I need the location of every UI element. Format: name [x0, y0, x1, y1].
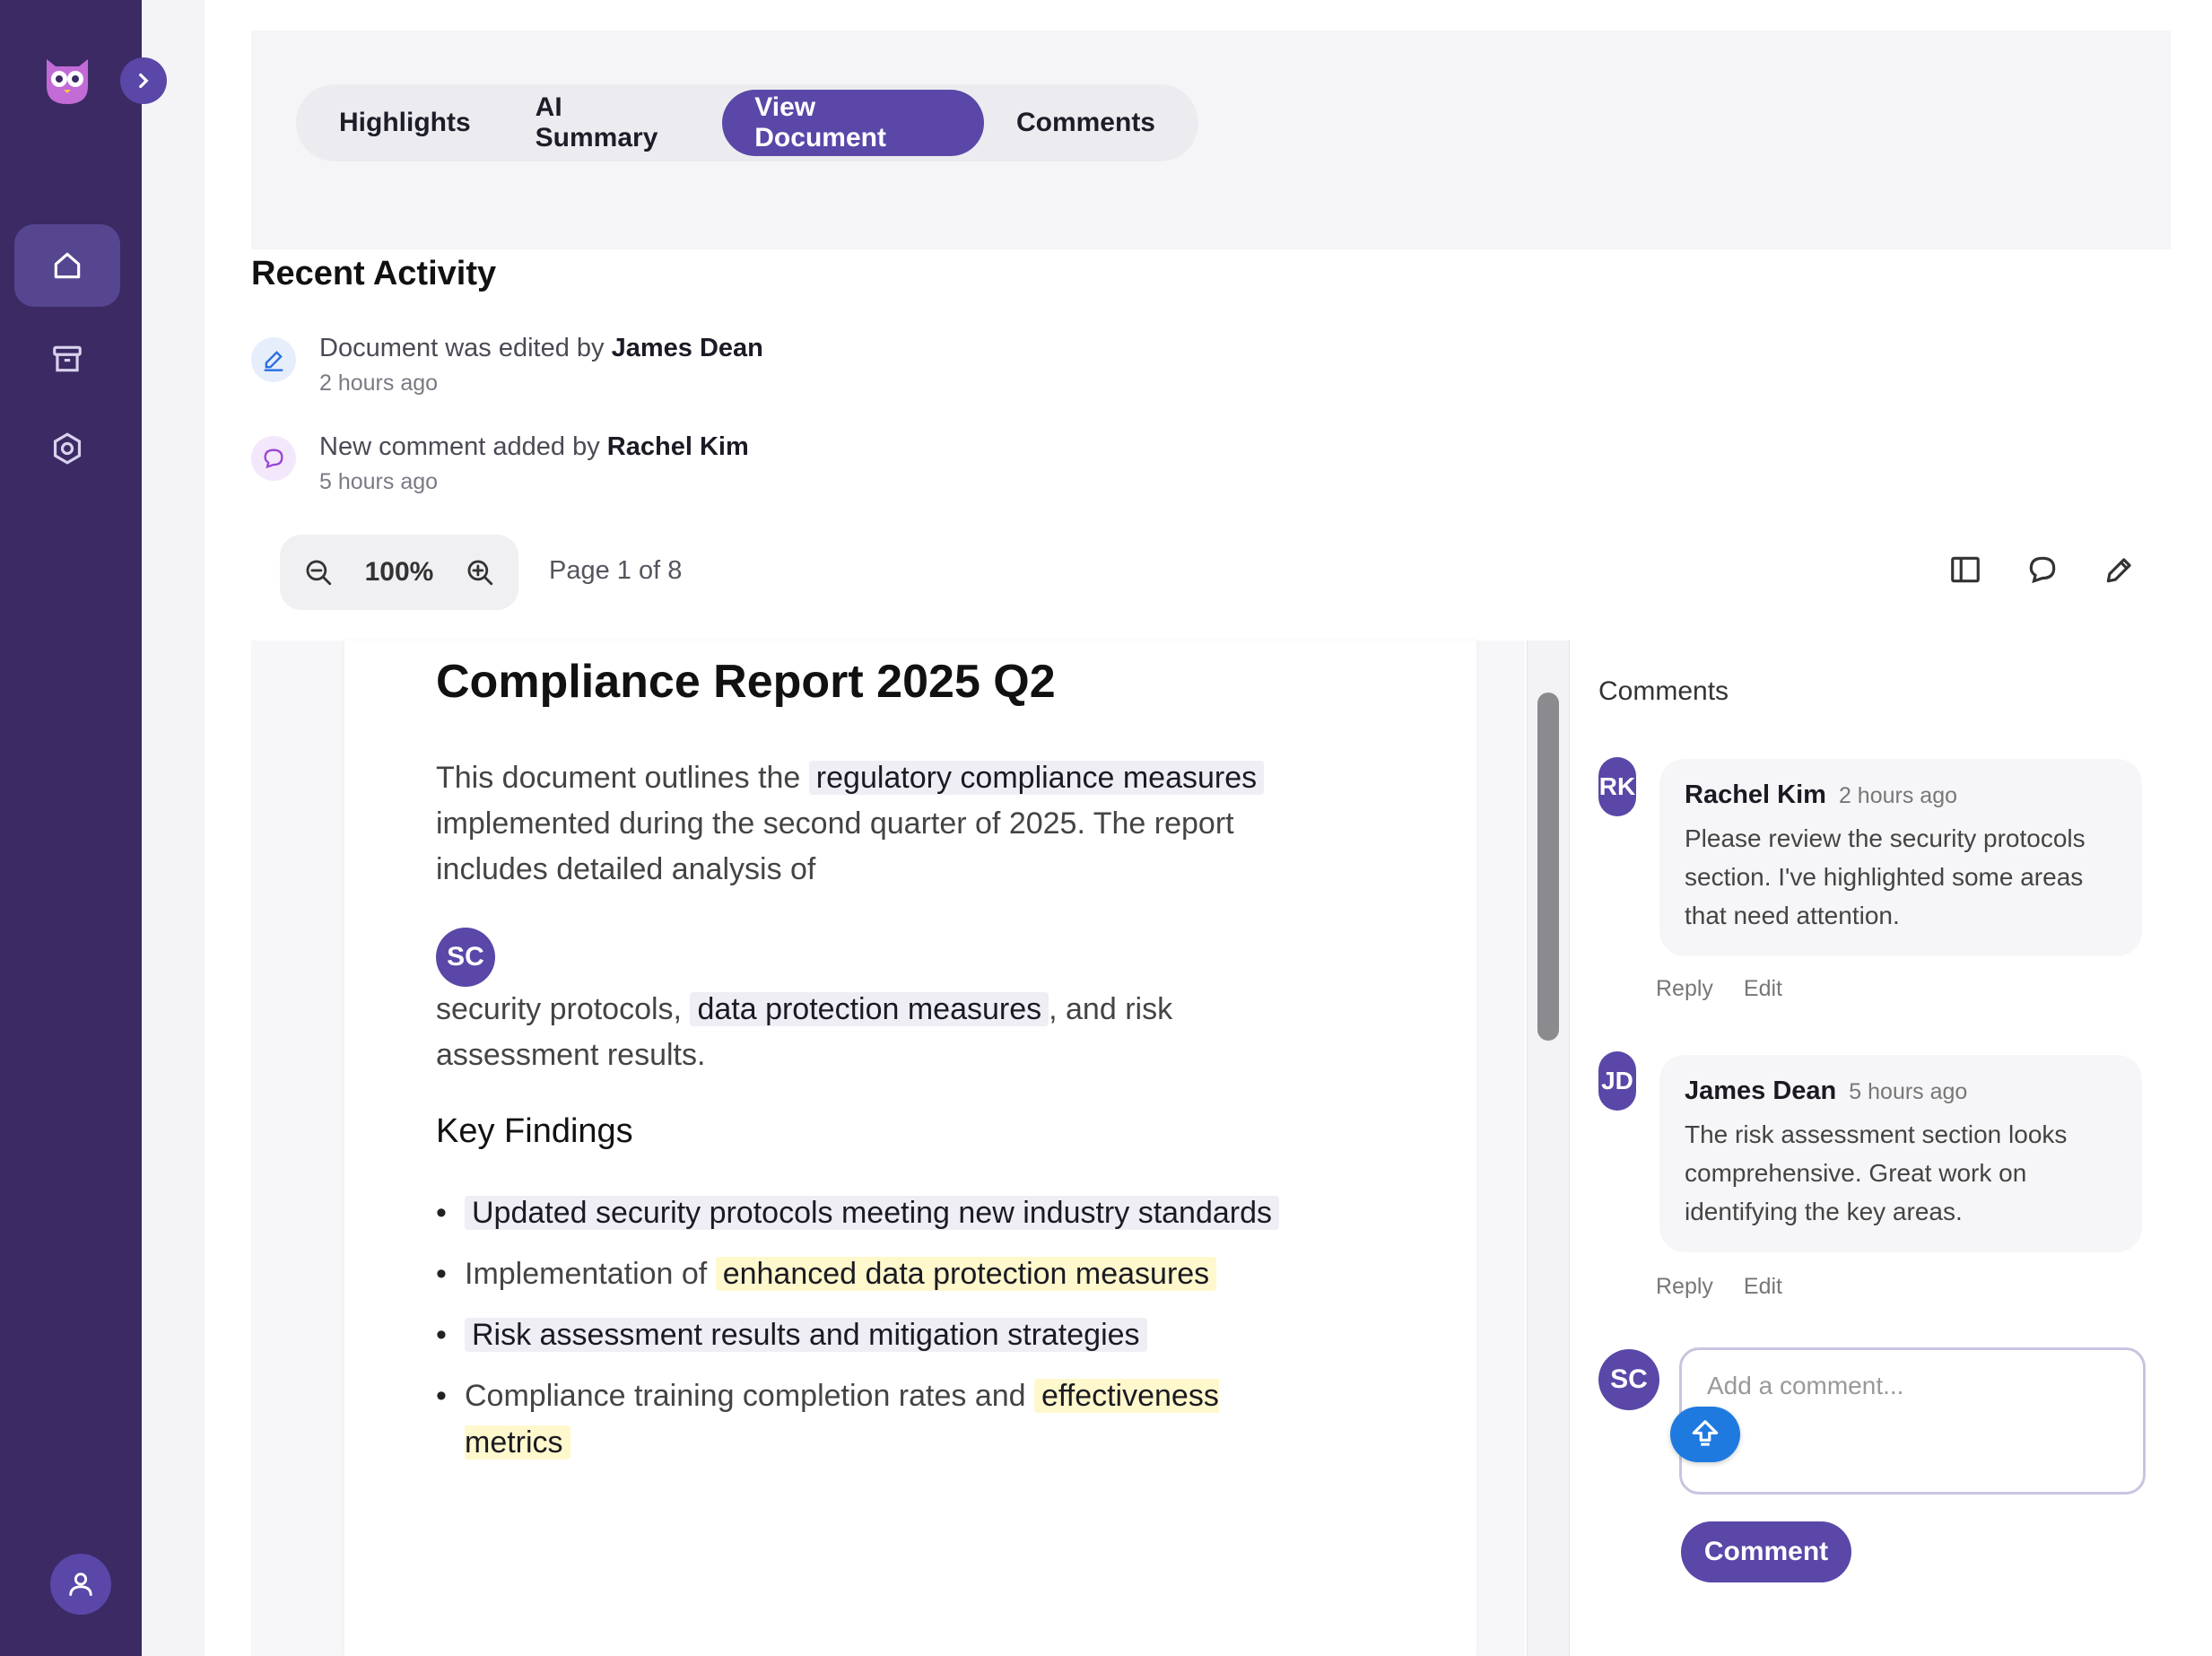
comment-input[interactable]	[1679, 1347, 2146, 1495]
pen-icon[interactable]	[2103, 553, 2137, 587]
zoom-level: 100%	[364, 557, 434, 587]
reply-button[interactable]: Reply	[1656, 1274, 1713, 1300]
avatar: JD	[1598, 1051, 1636, 1111]
highlight[interactable]: regulatory compliance measures	[808, 761, 1265, 795]
settings-icon	[53, 432, 82, 465]
sidebar-collapse-button[interactable]	[120, 57, 167, 104]
comments-panel-title: Comments	[1598, 676, 1729, 706]
comment-icon	[251, 436, 296, 481]
recent-activity-title: Recent Activity	[251, 255, 497, 292]
comment-text: The risk assessment section looks compre…	[1685, 1120, 2068, 1225]
sidebar-item-archive[interactable]	[14, 318, 120, 400]
comment-text: Please review the security protocols sec…	[1685, 824, 2086, 929]
zoom-control: 100%	[280, 535, 518, 610]
document-paragraph: security protocols, data protection meas…	[436, 992, 1173, 1072]
sidebar-panel-icon[interactable]	[1948, 553, 1982, 587]
tab-header: Highlights AI Summary View Document Comm…	[251, 31, 2171, 249]
comment-time: 5 hours ago	[1849, 1079, 1968, 1104]
activity-time: 2 hours ago	[319, 370, 439, 396]
list-item: Updated security protocols meeting new i…	[436, 1190, 1387, 1236]
pencil-icon	[251, 337, 296, 382]
home-icon	[54, 252, 81, 279]
document-title: Compliance Report 2025 Q2	[436, 656, 1056, 708]
reply-button[interactable]: Reply	[1656, 976, 1713, 1002]
sidebar-item-settings[interactable]	[14, 407, 120, 490]
tab-bar: Highlights AI Summary View Document Comm…	[296, 84, 1198, 161]
activity-text: Document was edited by James Dean	[319, 334, 763, 362]
document-scrollbar-thumb[interactable]	[1537, 693, 1559, 1041]
avatar[interactable]: SC	[436, 928, 495, 987]
avatar: SC	[1598, 1349, 1659, 1410]
tab-comments[interactable]: Comments	[984, 90, 1188, 156]
edit-button[interactable]: Edit	[1744, 976, 1782, 1002]
floating-action-button[interactable]	[1670, 1407, 1740, 1462]
tab-ai-summary[interactable]: AI Summary	[503, 90, 723, 156]
comment-bubble: Rachel Kim 2 hours ago Please review the …	[1659, 759, 2142, 956]
activity-time: 5 hours ago	[319, 469, 439, 494]
sidebar-item-home[interactable]	[14, 224, 120, 307]
toolbar-icons	[1948, 553, 2137, 587]
zoom-in-icon[interactable]	[465, 557, 495, 588]
sidebar	[0, 0, 142, 1656]
comment-icon[interactable]	[2025, 553, 2060, 587]
page-indicator: Page 1 of 8	[549, 556, 683, 585]
gutter	[142, 0, 205, 1656]
chevron-right-icon	[139, 73, 149, 89]
zoom-out-icon[interactable]	[303, 557, 334, 588]
key-findings-heading: Key Findings	[436, 1112, 633, 1150]
edit-button[interactable]: Edit	[1744, 1274, 1782, 1300]
tab-view-document[interactable]: View Document	[722, 90, 984, 156]
tab-highlights[interactable]: Highlights	[307, 90, 503, 156]
highlight[interactable]: Risk assessment results and mitigation s…	[465, 1318, 1147, 1352]
findings-list: Updated security protocols meeting new i…	[436, 1190, 1387, 1480]
comment-author: James Dean 5 hours ago	[1685, 1076, 1968, 1105]
upload-icon	[1692, 1420, 1719, 1446]
avatar: RK	[1598, 757, 1636, 816]
user-icon	[69, 1573, 92, 1596]
owl-logo-icon[interactable]	[38, 50, 97, 109]
comment-actions: Reply Edit	[1656, 976, 1782, 1002]
highlight[interactable]: enhanced data protection measures	[715, 1257, 1217, 1291]
highlight[interactable]: Updated security protocols meeting new i…	[465, 1196, 1280, 1230]
user-profile-button[interactable]	[50, 1554, 111, 1615]
list-item: Compliance training completion rates and…	[436, 1373, 1279, 1466]
comment-submit-button[interactable]: Comment	[1681, 1521, 1851, 1582]
comment-author: Rachel Kim 2 hours ago	[1685, 780, 1957, 809]
document-paragraph: This document outlines the regulatory co…	[436, 755, 1333, 893]
activity-item: New comment added by Rachel Kim 5 hours …	[251, 432, 749, 495]
comment-actions: Reply Edit	[1656, 1274, 1782, 1300]
activity-text: New comment added by Rachel Kim	[319, 432, 749, 461]
list-item: Risk assessment results and mitigation s…	[436, 1312, 1387, 1358]
list-item: Implementation of enhanced data protecti…	[436, 1251, 1387, 1297]
activity-item: Document was edited by James Dean 2 hour…	[251, 334, 763, 397]
archive-icon	[53, 345, 82, 372]
highlight[interactable]: data protection measures	[690, 992, 1049, 1026]
comment-time: 2 hours ago	[1838, 783, 1957, 808]
comment-bubble: James Dean 5 hours ago The risk assessmen…	[1659, 1055, 2142, 1252]
